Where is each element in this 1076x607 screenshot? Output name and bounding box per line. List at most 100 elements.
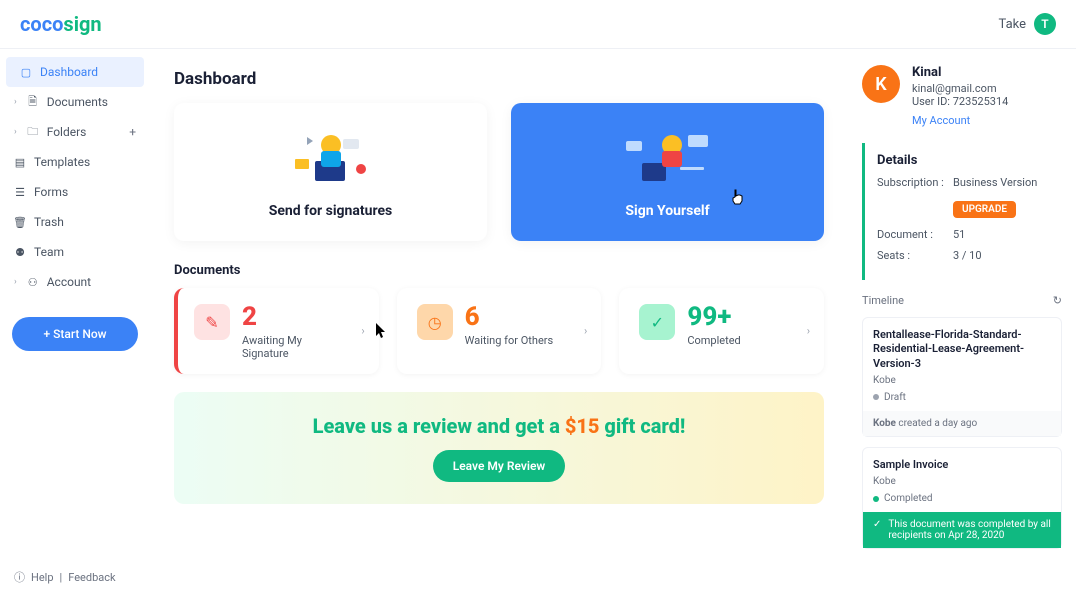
- seats-value: 3 / 10: [953, 249, 982, 262]
- sidebar-label: Documents: [47, 95, 108, 109]
- sidebar-item-folders[interactable]: › 🗀 Folders +: [0, 117, 150, 147]
- header-avatar: T: [1034, 13, 1056, 35]
- timeline-item-user: Kobe: [873, 375, 1051, 386]
- subscription-value: Business Version: [953, 176, 1037, 189]
- account-icon: ⚇: [27, 276, 39, 288]
- document-value: 51: [953, 228, 965, 241]
- info-icon: ⓘ: [14, 569, 25, 585]
- logo[interactable]: cocosign: [20, 12, 102, 36]
- chevron-right-icon: ›: [14, 127, 17, 137]
- my-account-link[interactable]: My Account: [912, 114, 1008, 127]
- timeline-item[interactable]: Sample Invoice Kobe Completed ✓ This doc…: [862, 447, 1062, 549]
- sidebar-label: Team: [34, 245, 64, 259]
- sidebar-label: Trash: [34, 215, 64, 229]
- app-header: cocosign Take T: [0, 0, 1076, 49]
- status-dot: [873, 394, 879, 400]
- subscription-label: Subscription :: [877, 176, 953, 189]
- chevron-right-icon: ›: [584, 325, 587, 338]
- sidebar-label: Account: [47, 275, 91, 289]
- sidebar-item-dashboard[interactable]: ▢ Dashboard: [6, 57, 144, 87]
- sidebar-footer: ⓘ Help | Feedback: [0, 555, 150, 599]
- stat-label: Completed: [687, 334, 777, 347]
- sidebar-label: Dashboard: [40, 65, 98, 79]
- sidebar-item-forms[interactable]: ☰ Forms: [0, 177, 150, 207]
- team-icon: ⚉: [14, 246, 26, 258]
- sidebar-label: Templates: [34, 155, 90, 169]
- completed-card[interactable]: ✓ 99+ Completed ›: [619, 288, 824, 374]
- check-icon: ✓: [639, 304, 675, 340]
- stat-label: Awaiting My Signature: [242, 334, 332, 360]
- sign-illustration: [608, 121, 728, 193]
- start-now-button[interactable]: + Start Now: [12, 317, 138, 351]
- form-icon: ☰: [14, 186, 26, 198]
- sidebar-item-account[interactable]: › ⚇ Account: [0, 267, 150, 297]
- document-icon: 🗎: [27, 96, 39, 108]
- awaiting-signature-card[interactable]: ✎ 2 Awaiting My Signature ›: [174, 288, 379, 374]
- timeline-footer: ✓ This document was completed by all rec…: [863, 512, 1061, 548]
- sidebar-item-documents[interactable]: › 🗎 Documents: [0, 87, 150, 117]
- signature-icon: ✎: [194, 304, 230, 340]
- sidebar-item-templates[interactable]: ▤ Templates: [0, 147, 150, 177]
- timeline-item-user: Kobe: [873, 476, 1051, 487]
- page-title: Dashboard: [174, 69, 824, 89]
- sign-card-title: Sign Yourself: [625, 203, 709, 219]
- send-for-signatures-card[interactable]: Send for signatures: [174, 103, 487, 241]
- stat-number: 2: [242, 302, 363, 332]
- sidebar-item-trash[interactable]: 🗑 Trash: [0, 207, 150, 237]
- logo-sign: sign: [63, 12, 101, 36]
- chevron-right-icon: ›: [807, 325, 810, 338]
- details-title: Details: [877, 153, 1050, 168]
- seats-label: Seats :: [877, 249, 953, 262]
- refresh-icon[interactable]: ↻: [1053, 294, 1062, 307]
- profile-avatar: K: [862, 65, 900, 103]
- timeline-header: Timeline ↻: [862, 294, 1062, 307]
- template-icon: ▤: [14, 156, 26, 168]
- document-label: Document :: [877, 228, 953, 241]
- review-text: Leave us a review and get a $15 gift car…: [196, 414, 802, 438]
- sign-yourself-card[interactable]: Sign Yourself: [511, 103, 824, 241]
- trash-icon: 🗑: [14, 216, 26, 228]
- status-dot: [873, 496, 879, 502]
- sidebar-label: Folders: [47, 125, 87, 139]
- profile-userid: User ID: 723525314: [912, 95, 1008, 108]
- sidebar-label: Forms: [34, 185, 68, 199]
- profile-section: K Kinal kinal@gmail.com User ID: 7235253…: [862, 65, 1062, 127]
- profile-email: kinal@gmail.com: [912, 82, 1008, 95]
- folder-icon: 🗀: [27, 126, 39, 138]
- review-banner: Leave us a review and get a $15 gift car…: [174, 392, 824, 504]
- send-illustration: [271, 121, 391, 193]
- sidebar: ▢ Dashboard › 🗎 Documents › 🗀 Folders + …: [0, 49, 150, 607]
- sep: |: [60, 571, 63, 584]
- check-icon: ✓: [873, 519, 881, 530]
- main-content: Dashboard Send for signatures: [150, 49, 848, 607]
- logo-coco: coco: [20, 12, 63, 36]
- timeline-item-title: Sample Invoice: [873, 458, 1051, 472]
- chevron-right-icon: ›: [361, 325, 364, 338]
- header-user[interactable]: Take T: [999, 13, 1056, 35]
- dashboard-icon: ▢: [20, 66, 32, 78]
- documents-section-title: Documents: [174, 263, 824, 278]
- details-box: Details Subscription : Business Version …: [862, 143, 1062, 280]
- send-card-title: Send for signatures: [269, 203, 392, 219]
- timeline-status: Completed: [884, 493, 933, 504]
- feedback-link[interactable]: Feedback: [68, 571, 115, 584]
- right-panel: K Kinal kinal@gmail.com User ID: 7235253…: [848, 49, 1076, 607]
- sidebar-item-team[interactable]: ⚉ Team: [0, 237, 150, 267]
- profile-name: Kinal: [912, 65, 1008, 80]
- timeline-status: Draft: [884, 392, 906, 403]
- timeline-footer: Kobe created a day ago: [863, 411, 1061, 436]
- help-link[interactable]: Help: [31, 571, 54, 584]
- timeline-item-title: Rentallease-Florida-Standard-Residential…: [873, 328, 1051, 371]
- upgrade-button[interactable]: UPGRADE: [953, 201, 1016, 218]
- timeline-title: Timeline: [862, 294, 904, 307]
- timeline-item[interactable]: Rentallease-Florida-Standard-Residential…: [862, 317, 1062, 437]
- chevron-right-icon: ›: [14, 97, 17, 107]
- stat-label: Waiting for Others: [465, 334, 555, 347]
- leave-review-button[interactable]: Leave My Review: [433, 450, 566, 482]
- chevron-right-icon: ›: [14, 277, 17, 287]
- waiting-others-card[interactable]: ◷ 6 Waiting for Others ›: [397, 288, 602, 374]
- clock-icon: ◷: [417, 304, 453, 340]
- add-folder-icon[interactable]: +: [129, 125, 136, 139]
- stat-number: 6: [465, 302, 586, 332]
- stat-number: 99+: [687, 302, 808, 332]
